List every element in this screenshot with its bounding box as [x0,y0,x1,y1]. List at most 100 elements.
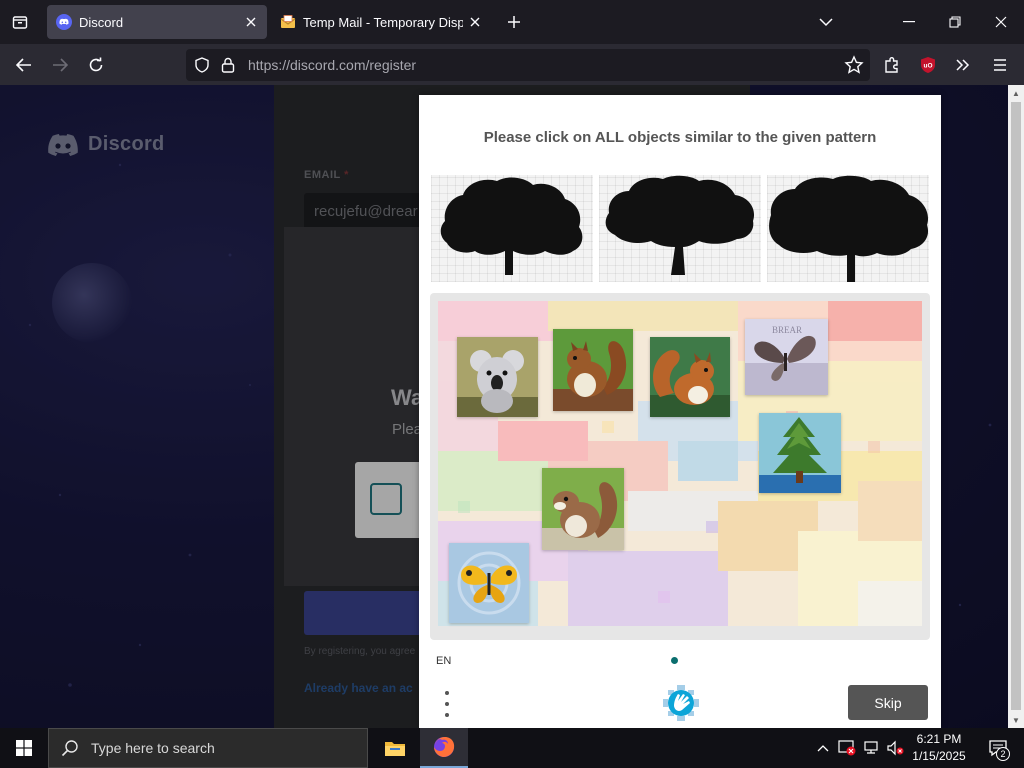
squirrel-image-tile[interactable] [650,337,730,417]
scroll-up-arrow[interactable]: ▲ [1008,85,1024,101]
folder-icon [385,742,405,756]
reload-icon [89,57,103,72]
puzzle-icon [885,57,898,73]
screen: { "browser": { "tabs": [ {"title": "Disc… [0,0,1024,768]
taskbar-search-box[interactable]: Type here to search [48,728,368,768]
progress-dot [671,657,678,664]
challenge-canvas[interactable]: BREAR [430,293,930,640]
clock-time: 6:21 PM [916,732,962,746]
discord-favicon-icon [56,14,72,30]
network-icon [864,741,878,754]
menu-dot [445,691,449,695]
ublock-origin-button[interactable]: uO [913,50,943,80]
close-icon [246,17,256,27]
language-selector[interactable]: EN [436,655,451,667]
hcaptcha-logo-icon [663,685,699,721]
hcaptcha-challenge: Please click on ALL objects similar to t… [419,95,941,728]
show-hidden-icons-button[interactable] [814,728,832,768]
reload-button[interactable] [81,50,111,80]
system-clock[interactable]: 6:21 PM 1/15/2025 [906,731,972,765]
chevron-up-icon [817,745,829,752]
example-pattern-image [767,175,929,282]
squirrel-icon [650,337,730,417]
tree-image-tile[interactable] [759,413,841,493]
tab-title: Discord [79,14,124,30]
tab-discord[interactable]: Discord [47,5,267,39]
tree-silhouette-icon [440,177,583,275]
butterfly-icon [449,543,529,623]
restore-icon [949,16,961,28]
windows-logo-icon [16,740,32,756]
challenge-prompt: Please click on ALL objects similar to t… [483,129,877,146]
lock-icon [221,57,235,73]
url-scheme-host: https://discord.com [248,57,366,73]
back-button[interactable] [9,50,39,80]
firefox-view-button[interactable] [0,0,40,44]
koala-icon [457,337,538,417]
back-arrow-icon [16,58,31,72]
taskbar-file-explorer[interactable] [371,728,419,768]
butterfly-image-tile[interactable]: BREAR [745,319,828,395]
windows-taskbar: Type here to search 6:21 PM 1/15/2025 2 [0,728,1024,768]
chevron-down-icon [819,18,833,27]
forward-arrow-icon [53,58,68,72]
butterfly-image-tile[interactable] [449,543,529,623]
clock-date: 1/15/2025 [912,749,966,763]
minimize-button[interactable] [886,0,932,44]
menu-dot [445,702,449,706]
shield-icon [195,57,209,73]
app-menu-button[interactable] [985,50,1015,80]
koala-image-tile[interactable] [457,337,538,417]
address-bar[interactable]: https://discord.com/register [186,49,870,81]
page-scrollbar[interactable]: ▲ ▼ [1008,85,1024,728]
url-text[interactable]: https://discord.com/register [248,57,416,73]
close-icon [995,16,1007,28]
plus-icon [508,16,520,28]
tracking-protection-icon[interactable] [192,55,212,75]
speaker-muted-icon [887,740,904,756]
tab-temp-mail[interactable]: Temp Mail - Temporary Disposa [271,5,491,39]
hcaptcha-logo[interactable] [663,685,699,721]
extensions-button[interactable] [877,50,907,80]
example-pattern-image [431,175,593,282]
example-pattern-image [599,175,761,282]
close-tab-button[interactable] [239,10,263,34]
network-tray-icon[interactable] [860,728,882,768]
restore-button[interactable] [932,0,978,44]
scrollbar-thumb[interactable] [1011,102,1021,710]
double-chevron-right-icon [956,59,970,71]
start-button[interactable] [0,728,48,768]
squirrel-image-tile[interactable] [553,329,633,411]
skip-button[interactable]: Skip [848,685,928,720]
example-pattern-row [431,175,929,282]
defender-warning-icon [838,740,856,756]
tree-silhouette-icon [769,175,929,282]
bookmark-button[interactable] [844,55,864,75]
search-icon [61,740,78,757]
menu-dot [445,713,449,717]
close-window-button[interactable] [978,0,1024,44]
envelope-favicon-icon [280,15,296,28]
minimize-icon [903,21,915,23]
hamburger-menu-icon [994,59,1006,71]
notification-count-badge: 2 [996,747,1010,761]
butterfly-icon: BREAR [745,319,828,395]
ublock-shield-icon: uO [921,57,935,73]
captcha-menu-button[interactable] [439,691,455,717]
tab-title: Temp Mail - Temporary Disposa [303,14,463,30]
security-tray-icon[interactable] [836,728,858,768]
pine-tree-icon [759,413,841,493]
squirrel-image-tile[interactable] [542,468,624,550]
volume-tray-icon[interactable] [884,728,906,768]
forward-button[interactable] [45,50,75,80]
scroll-down-arrow[interactable]: ▼ [1008,712,1024,728]
close-tab-button[interactable] [463,10,487,34]
more-tools-button[interactable] [948,50,978,80]
taskbar-firefox[interactable] [420,728,468,768]
new-tab-button[interactable] [502,10,526,34]
notification-center-button[interactable]: 2 [978,728,1018,768]
tree-silhouette-icon [605,175,755,275]
site-security-icon[interactable] [218,55,238,75]
list-all-tabs-button[interactable] [814,10,838,34]
star-icon [844,55,864,74]
